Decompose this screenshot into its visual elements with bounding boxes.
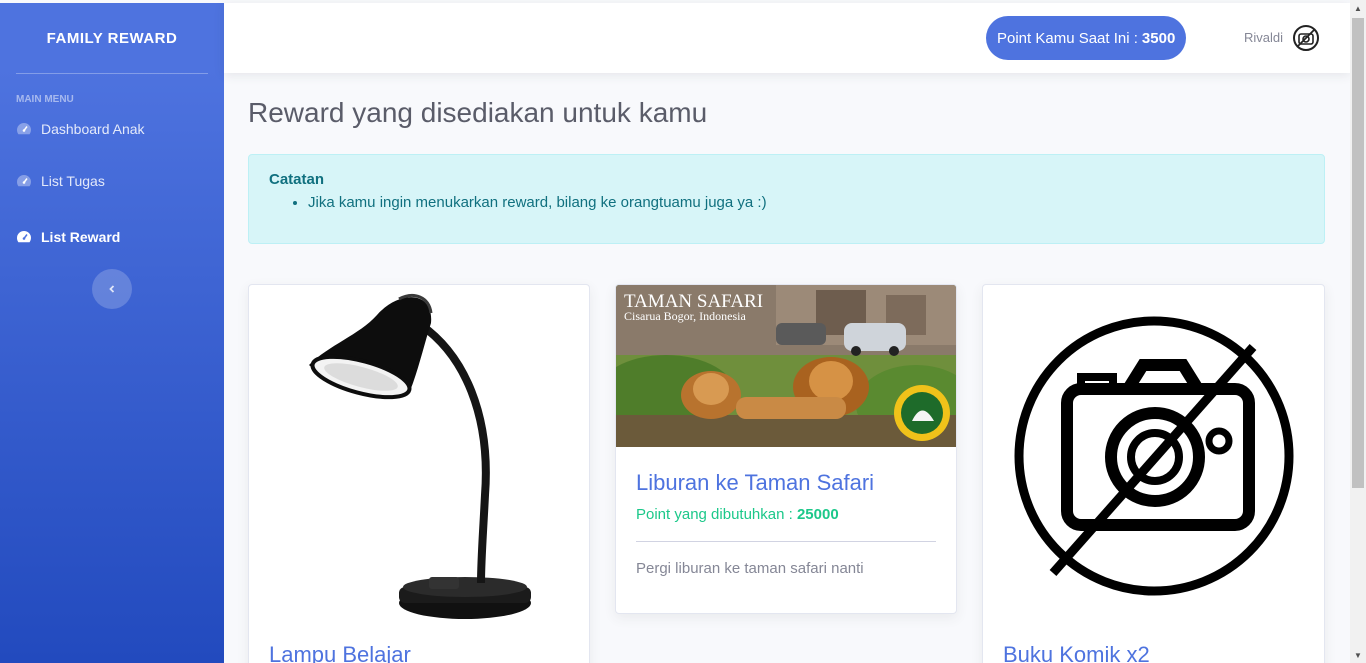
sidebar-item-list-tugas[interactable]: List Tugas bbox=[0, 153, 224, 209]
card-title[interactable]: Buku Komik x2 bbox=[1003, 642, 1304, 663]
safari-image: TAMAN SAFARI Cisarua Bogor, Indonesia bbox=[616, 285, 956, 447]
page-scrollbar[interactable]: ▲ ▼ bbox=[1350, 0, 1366, 663]
sidebar-toggle-button[interactable] bbox=[92, 269, 132, 309]
card-points-value: 25000 bbox=[796, 506, 839, 523]
sidebar-item-label: List Tugas bbox=[41, 173, 105, 189]
reward-card-buku-komik[interactable]: Buku Komik x2 bbox=[982, 284, 1325, 663]
alert-list: Jika kamu ingin menukarkan reward, bilan… bbox=[269, 194, 1304, 211]
scroll-up-arrow-icon[interactable]: ▲ bbox=[1350, 0, 1366, 16]
chevron-left-icon bbox=[109, 285, 115, 293]
card-description: Pergi liburan ke taman safari nanti bbox=[636, 560, 864, 577]
page-title: Reward yang disediakan untuk kamu bbox=[248, 97, 708, 128]
sidebar-item-label: Dashboard Anak bbox=[41, 121, 145, 137]
points-value: 3500 bbox=[1141, 29, 1176, 47]
avatar[interactable] bbox=[1292, 24, 1320, 52]
main-content: Reward yang disediakan untuk kamu Catata… bbox=[248, 73, 1325, 244]
sidebar-item-label: List Reward bbox=[41, 229, 121, 245]
alert-title: Catatan bbox=[269, 171, 325, 188]
tachometer-icon bbox=[17, 231, 31, 243]
card-title[interactable]: Lampu Belajar bbox=[269, 642, 569, 663]
sidebar-item-dashboard-anak[interactable]: Dashboard Anak bbox=[0, 105, 224, 153]
points-badge[interactable]: Point Kamu Saat Ini : 3500 bbox=[986, 16, 1187, 60]
sidebar-item-list-reward[interactable]: List Reward bbox=[0, 209, 224, 265]
sidebar-heading: MAIN MENU bbox=[16, 94, 74, 105]
alert-note: Jika kamu ingin menukarkan reward, bilan… bbox=[308, 194, 1304, 211]
no-camera-icon bbox=[1014, 316, 1294, 596]
tachometer-icon bbox=[17, 123, 31, 135]
note-alert: Catatan Jika kamu ingin menukarkan rewar… bbox=[248, 154, 1325, 244]
safari-image-subtitle: Cisarua Bogor, Indonesia bbox=[624, 309, 747, 323]
topbar: Point Kamu Saat Ini : 3500 Rivaldi bbox=[224, 3, 1350, 73]
points-label: Point Kamu Saat Ini : bbox=[997, 29, 1138, 47]
card-points: Point yang dibutuhkan : 25000 bbox=[636, 506, 936, 523]
card-points-label: Point yang dibutuhkan : bbox=[636, 506, 793, 523]
scroll-down-arrow-icon[interactable]: ▼ bbox=[1350, 647, 1366, 663]
desk-lamp-image bbox=[309, 294, 531, 619]
scroll-thumb[interactable] bbox=[1352, 18, 1364, 488]
user-name[interactable]: Rivaldi bbox=[1244, 30, 1283, 45]
sidebar: FAMILY REWARD MAIN MENU Dashboard Anak L… bbox=[0, 3, 224, 663]
tachometer-icon bbox=[17, 175, 31, 187]
reward-card-taman-safari[interactable]: TAMAN SAFARI Cisarua Bogor, Indonesia Li… bbox=[615, 284, 957, 614]
brand-title[interactable]: FAMILY REWARD bbox=[0, 3, 224, 73]
card-title[interactable]: Liburan ke Taman Safari bbox=[636, 470, 936, 496]
reward-card-lampu-belajar[interactable]: Lampu Belajar bbox=[248, 284, 590, 663]
card-divider bbox=[636, 541, 936, 542]
